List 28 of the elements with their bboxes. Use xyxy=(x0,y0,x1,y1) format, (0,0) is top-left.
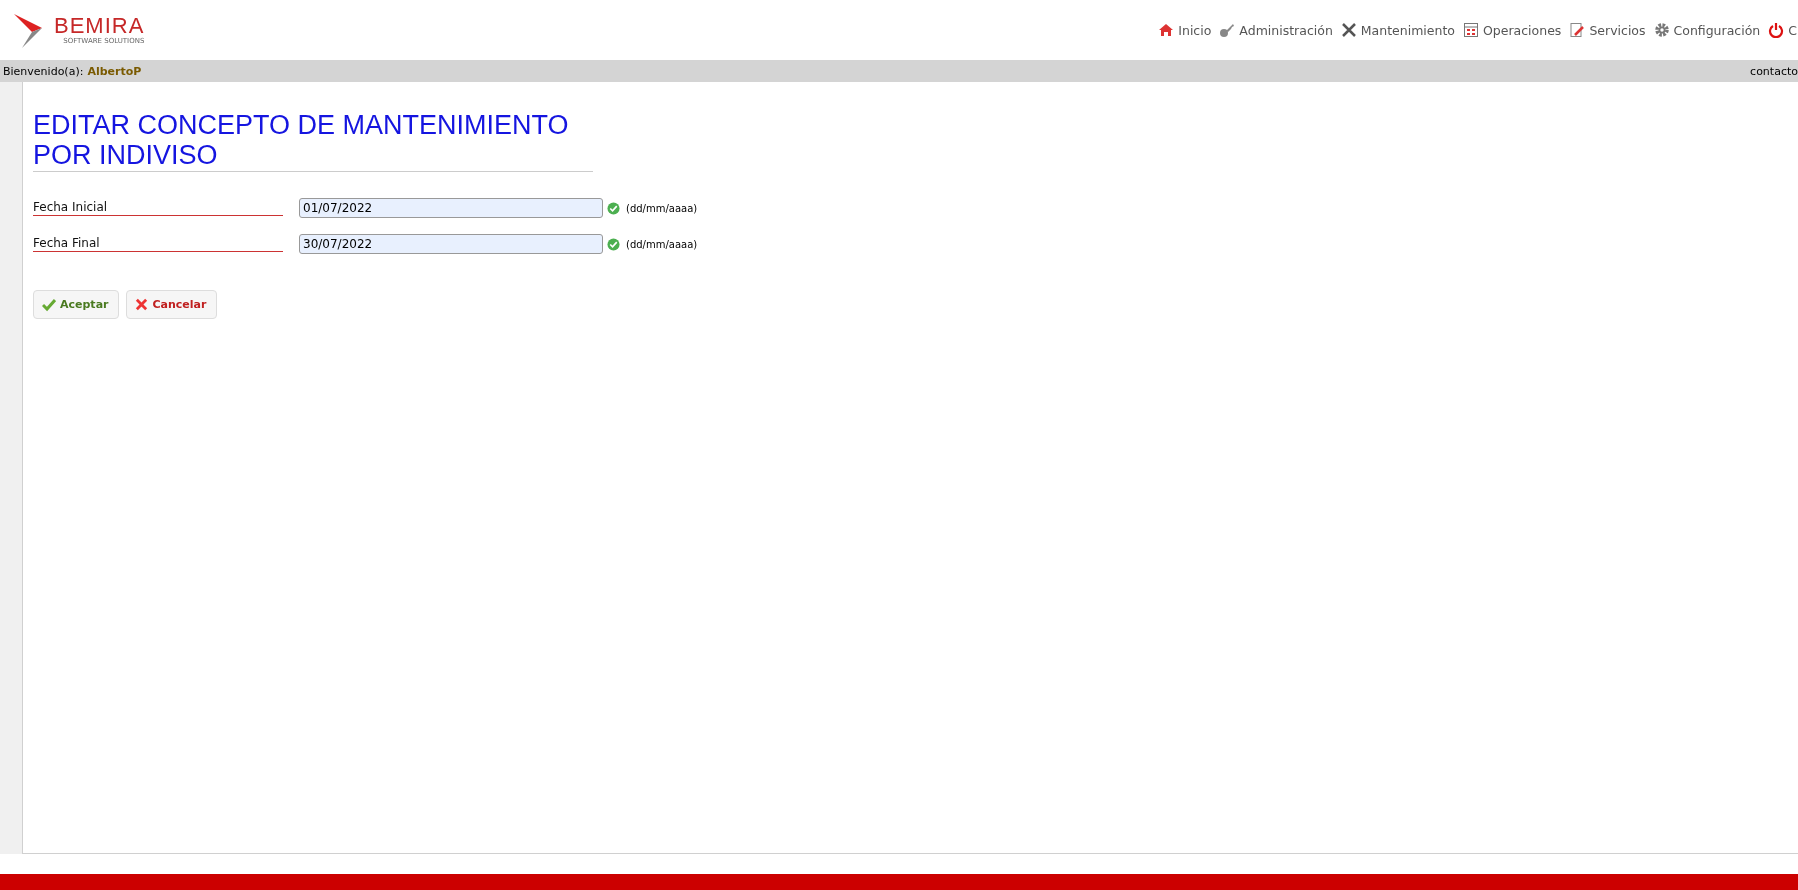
cancel-button[interactable]: Cancelar xyxy=(126,290,218,319)
user-name: AlbertoP xyxy=(87,64,142,78)
date-field[interactable]: 01/07/2022 xyxy=(299,198,603,218)
cross-icon xyxy=(135,298,149,311)
calendar-icon xyxy=(1463,22,1479,38)
nav-link[interactable]: C xyxy=(1768,22,1797,38)
power-icon xyxy=(1768,22,1785,38)
accept-button[interactable]: Aceptar xyxy=(33,290,120,319)
field-label: Fecha Final xyxy=(33,236,283,252)
logo-name: BEMIRA xyxy=(54,15,145,37)
document-icon xyxy=(1569,22,1586,38)
format-hint: (dd/mm/aaaa) xyxy=(626,238,698,250)
check-icon xyxy=(42,297,56,312)
format-hint: (dd/mm/aaaa) xyxy=(626,202,698,214)
key-icon xyxy=(1219,22,1236,38)
nav-link[interactable]: Mantenimiento xyxy=(1340,22,1455,38)
date-field[interactable]: 30/07/2022 xyxy=(299,234,603,254)
nav-link[interactable]: Inicio xyxy=(1158,22,1212,38)
page-title: EDITAR CONCEPTO DE MANTENIMIENTO POR INDIVISO xyxy=(33,110,593,172)
field-label: Fecha Inicial xyxy=(33,200,283,216)
settings-icon xyxy=(1653,22,1670,38)
welcome-label: Bienvenido(a): xyxy=(3,64,84,78)
nav-link[interactable]: Configuración xyxy=(1653,22,1761,38)
nav-link[interactable]: Servicios xyxy=(1569,22,1646,38)
nav-link[interactable]: Operaciones xyxy=(1463,22,1562,38)
contact-text: contacto xyxy=(1750,64,1798,78)
nav-link[interactable]: Administración xyxy=(1219,22,1333,38)
home-icon xyxy=(1158,22,1175,38)
